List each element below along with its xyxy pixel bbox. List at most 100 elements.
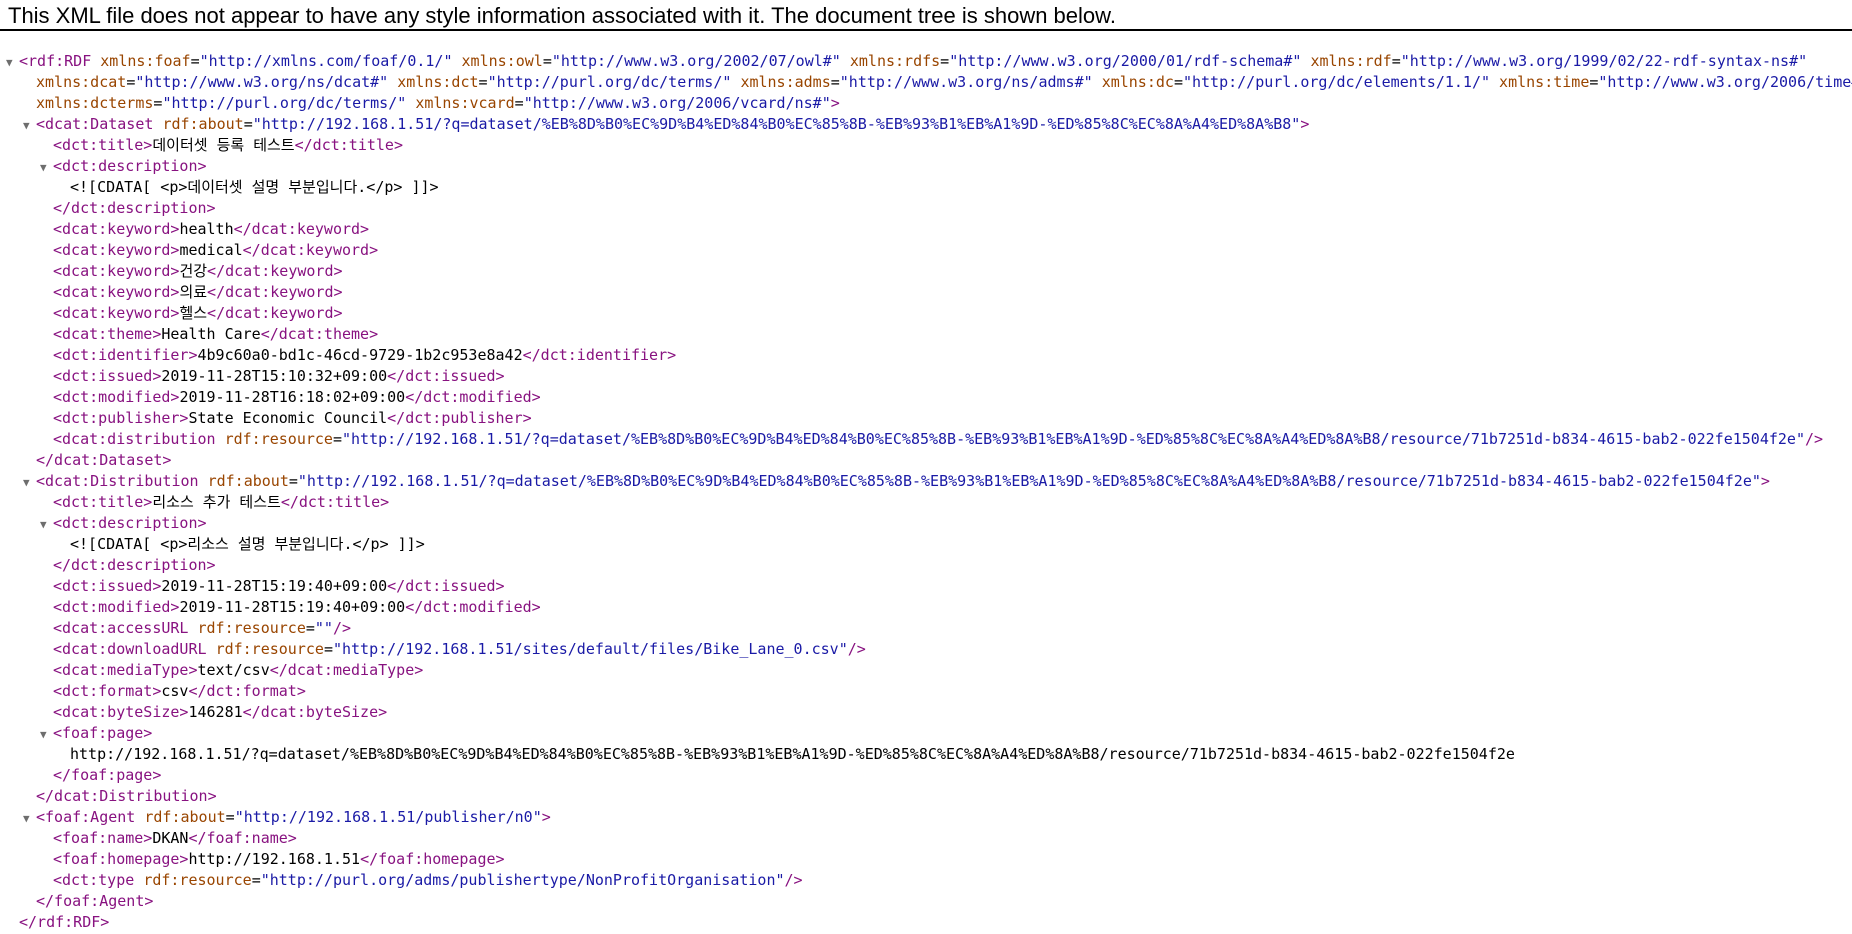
xml-tag: </foaf:homepage>	[360, 850, 505, 868]
xml-tag: </dcat:Dataset>	[36, 451, 172, 469]
no-style-notice: This XML file does not appear to have an…	[0, 0, 1852, 31]
xml-line: </foaf:page>	[0, 765, 1852, 786]
xml-tag: </rdf:RDF>	[19, 913, 110, 931]
xml-text: 헬스	[179, 304, 208, 322]
xml-text	[406, 94, 415, 112]
collapse-toggle-icon[interactable]: ▼	[23, 808, 36, 828]
xml-text: http://192.168.1.51	[188, 850, 361, 868]
xml-tag: <dcat:Distribution	[36, 472, 199, 490]
xml-tag: <dct:modified>	[53, 388, 180, 406]
xml-text	[453, 52, 462, 70]
xml-text: =	[830, 73, 840, 91]
xml-tag: >	[1760, 472, 1770, 490]
xml-tag: <dcat:accessURL	[53, 619, 189, 637]
xml-tag: </dcat:byteSize>	[242, 703, 388, 721]
xml-line: <dct:format>csv</dct:format>	[0, 681, 1852, 702]
xml-text: 2019-11-28T15:10:32+09:00	[161, 367, 388, 385]
xml-text: =	[126, 73, 136, 91]
xml-line: ▼ <dcat:Distribution rdf:about="http://19…	[0, 471, 1852, 492]
xml-text: =	[514, 94, 524, 112]
collapse-toggle-icon[interactable]: ▼	[40, 157, 53, 177]
xml-line: ▼ <dcat:Dataset rdf:about="http://192.168…	[0, 114, 1852, 135]
xml-tag: </dcat:keyword>	[233, 220, 370, 238]
xml-attr-name: xmlns:rdf	[1310, 52, 1392, 70]
xml-text: =	[251, 871, 261, 889]
xml-line: </dcat:Dataset>	[0, 450, 1852, 471]
xml-text: =	[243, 115, 253, 133]
xml-tag: </dct:format>	[188, 682, 306, 700]
xml-tag: <foaf:page>	[53, 724, 153, 742]
xml-attr-name: xmlns:time	[1499, 73, 1590, 91]
collapse-toggle-icon[interactable]: ▼	[6, 52, 19, 72]
xml-tag: >	[541, 808, 551, 826]
xml-text: =	[305, 619, 315, 637]
xml-tag: </dcat:Distribution>	[36, 787, 217, 805]
collapse-toggle-icon[interactable]: ▼	[40, 514, 53, 534]
xml-line: <dct:identifier>4b9c60a0-bd1c-46cd-9729-…	[0, 345, 1852, 366]
xml-attr-name: xmlns:vcard	[415, 94, 515, 112]
xml-attr-name: xmlns:dcterms	[36, 94, 154, 112]
xml-text: 리소스 추가 테스트	[152, 493, 281, 511]
xml-line: <dct:title>데이터셋 등록 테스트</dct:title>	[0, 135, 1852, 156]
collapse-toggle-icon[interactable]: ▼	[40, 724, 53, 744]
xml-line: <dcat:theme>Health Care</dcat:theme>	[0, 324, 1852, 345]
xml-line: ▼ <dct:description>	[0, 513, 1852, 534]
xml-attr-value: "http://www.w3.org/2000/01/rdf-schema#"	[949, 52, 1302, 70]
xml-tag: >	[830, 94, 840, 112]
xml-text	[134, 871, 143, 889]
xml-tag: <dct:description>	[53, 514, 207, 532]
xml-attr-name: xmlns:foaf	[100, 52, 191, 70]
xml-tag: <foaf:Agent	[36, 808, 136, 826]
xml-text: =	[323, 640, 333, 658]
xml-text: 2019-11-28T16:18:02+09:00	[179, 388, 406, 406]
xml-text: =	[288, 472, 298, 490]
xml-tag: </dct:description>	[53, 199, 216, 217]
collapse-toggle-icon[interactable]: ▼	[23, 115, 36, 135]
xml-line: <dct:publisher>State Economic Council</d…	[0, 408, 1852, 429]
xml-tag: <dcat:distribution	[53, 430, 216, 448]
xml-text	[841, 52, 850, 70]
xml-text: =	[940, 52, 950, 70]
xml-tag: />	[1804, 430, 1824, 448]
xml-tag: <rdf:RDF	[19, 52, 92, 70]
xml-tag: </dct:identifier>	[522, 346, 677, 364]
xml-line: <dcat:byteSize>146281</dcat:byteSize>	[0, 702, 1852, 723]
xml-line: <dct:issued>2019-11-28T15:19:40+09:00</d…	[0, 576, 1852, 597]
xml-tag: >	[1300, 115, 1310, 133]
xml-attr-value: "http://xmlns.com/foaf/0.1/"	[199, 52, 453, 70]
xml-text: http://192.168.1.51/?q=dataset/%EB%8D%B0…	[70, 745, 1515, 763]
xml-tag: </dcat:theme>	[260, 325, 379, 343]
xml-text: =	[225, 808, 235, 826]
xml-text: 2019-11-28T15:19:40+09:00	[161, 577, 388, 595]
xml-attr-name: rdf:resource	[215, 640, 324, 658]
xml-attr-name: xmlns:dc	[1101, 73, 1174, 91]
xml-attr-value: "http://www.w3.org/ns/dcat#"	[135, 73, 389, 91]
xml-attr-name: xmlns:dcat	[36, 73, 127, 91]
xml-line: </rdf:RDF>	[0, 912, 1852, 933]
xml-line: <foaf:homepage>http://192.168.1.51</foaf…	[0, 849, 1852, 870]
xml-attr-name: xmlns:adms	[740, 73, 831, 91]
xml-text: DKAN	[152, 829, 189, 847]
xml-text: 146281	[188, 703, 243, 721]
xml-text	[199, 472, 208, 490]
xml-attr-value: "http://192.168.1.51/publisher/n0"	[234, 808, 542, 826]
xml-text	[188, 619, 197, 637]
xml-attr-value: "http://192.168.1.51/?q=dataset/%EB%8D%B…	[252, 115, 1301, 133]
xml-tag: <dct:issued>	[53, 577, 162, 595]
collapse-toggle-icon[interactable]: ▼	[23, 472, 36, 492]
xml-text: =	[478, 73, 488, 91]
xml-text: State Economic Council	[188, 409, 388, 427]
xml-text	[91, 52, 100, 70]
xml-text: =	[1173, 73, 1183, 91]
xml-attr-value: "http://purl.org/dc/elements/1.1/"	[1182, 73, 1491, 91]
xml-line: <dct:issued>2019-11-28T15:10:32+09:00</d…	[0, 366, 1852, 387]
xml-tag: <dcat:keyword>	[53, 283, 180, 301]
xml-tag: </dct:title>	[294, 136, 403, 154]
xml-text	[216, 430, 225, 448]
xml-attr-value: ""	[314, 619, 333, 637]
xml-tag: />	[784, 871, 803, 889]
xml-line: <dcat:keyword>medical</dcat:keyword>	[0, 240, 1852, 261]
xml-tag: <dcat:keyword>	[53, 241, 180, 259]
xml-tag: </dct:modified>	[405, 388, 541, 406]
xml-tag: <dcat:theme>	[53, 325, 162, 343]
